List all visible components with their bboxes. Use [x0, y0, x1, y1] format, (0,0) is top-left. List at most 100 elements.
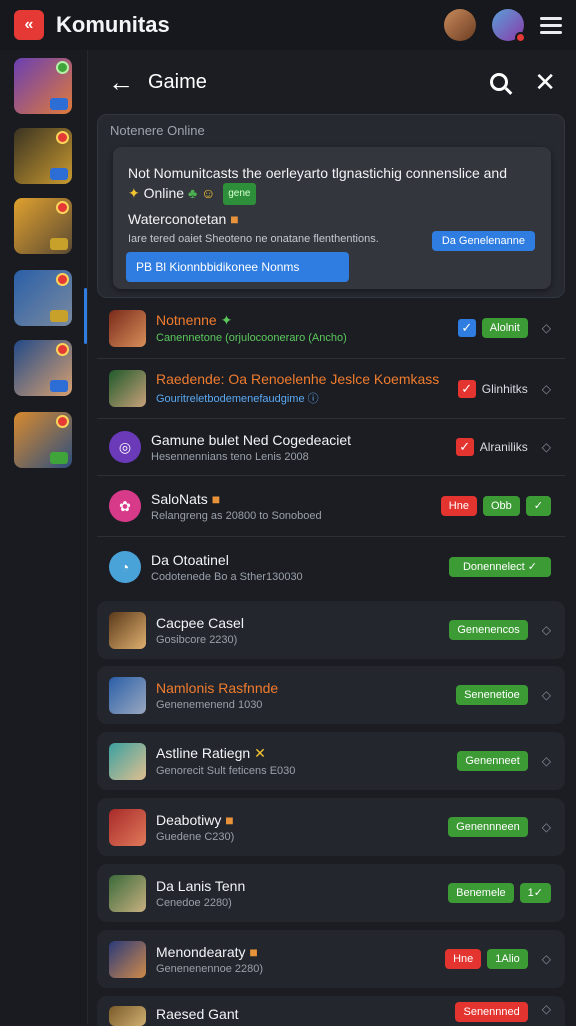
- list-item[interactable]: ◔ Da Otoatinel Codotenede Bo a Sther1300…: [97, 537, 565, 597]
- game-thumbnail: [109, 611, 146, 649]
- chevron-icon[interactable]: ◇: [542, 820, 551, 834]
- gift-icon: ■: [230, 211, 239, 227]
- list-item-actions: Senennned ◇: [455, 996, 551, 1026]
- game-thumbnail: [109, 940, 146, 978]
- header-actions: ✕: [490, 69, 556, 95]
- chevron-icon[interactable]: ◇: [542, 952, 551, 966]
- close-icon[interactable]: ✕: [534, 69, 556, 95]
- list-item-actions: ✓ Alolnit ◇: [457, 298, 551, 358]
- list-item-text: Menondearaty ■ Genenenennoe 2280): [156, 944, 263, 975]
- list-item-title: Deabotiwy ■: [156, 811, 234, 828]
- app-icon: ◔: [109, 551, 141, 583]
- list-item-text: Deabotiwy ■ Guedene C230): [156, 812, 234, 843]
- list-item-title: Astline Ratiegn ✕: [156, 745, 266, 761]
- list-item-actions: ✓ Alraniliks ◇: [455, 419, 551, 475]
- list-item-actions: ✓ Glinhitks ◇: [457, 359, 551, 418]
- list-item[interactable]: Notnenne ✦ Canennetone (orjulocooneraro …: [97, 298, 565, 359]
- app-logo-icon[interactable]: «: [14, 10, 44, 40]
- status-label: Alraniliks: [479, 440, 528, 454]
- check-badge[interactable]: 1✓: [519, 883, 551, 903]
- check-badge[interactable]: ✓: [525, 496, 551, 516]
- list-item-subtitle: Cenedoe 2280): [156, 896, 232, 909]
- chevron-icon[interactable]: ◇: [542, 688, 551, 702]
- list-item[interactable]: ✿ SaloNats ■ Relangreng as 20800 to Sono…: [97, 476, 565, 537]
- chevron-icon[interactable]: ◇: [542, 321, 551, 335]
- chevron-icon[interactable]: ◇: [542, 1002, 551, 1016]
- status-badge[interactable]: Donennelect ✓: [448, 557, 551, 577]
- search-icon[interactable]: [490, 73, 509, 91]
- menu-icon[interactable]: [540, 16, 562, 34]
- list-item[interactable]: Astline Ratiegn ✕ Genorecit Sult feticen…: [97, 732, 565, 790]
- notice-tag: gene: [223, 183, 256, 206]
- badge-icon: [56, 415, 69, 428]
- game-thumbnail: [109, 370, 146, 407]
- profile-avatar[interactable]: [492, 9, 526, 43]
- gift-icon: ■: [249, 943, 258, 960]
- sidebar-game-1[interactable]: [14, 58, 72, 114]
- emoji-icon: ☺: [201, 185, 216, 201]
- chevron-icon[interactable]: ◇: [542, 440, 551, 454]
- chevron-icon[interactable]: ◇: [542, 623, 551, 637]
- online-section: Notenere Online Not Nomunitcasts the oer…: [97, 114, 565, 298]
- list-item-title: Da Lanis Tenn: [156, 877, 246, 894]
- checkbox-icon[interactable]: ✓: [455, 438, 474, 456]
- sidebar-game-5[interactable]: [14, 340, 72, 396]
- user-avatar[interactable]: [444, 9, 476, 41]
- list-item[interactable]: Cacpee Casel Gosibcore 2230) Genenencos …: [97, 601, 565, 659]
- status-badge: 1Alio: [487, 949, 528, 969]
- list-item[interactable]: Deabotiwy ■ Guedene C230) Genennneen ◇: [97, 798, 565, 856]
- sparkle-icon: ✦: [128, 185, 140, 201]
- notice-subtitle-text: Waterconotetan: [128, 211, 227, 227]
- status-badge: Genenneet: [457, 751, 528, 771]
- list-item-actions: Hne Obb ✓: [440, 476, 551, 536]
- status-badge: Benemele: [448, 883, 514, 903]
- list-item-title: Raedende: Oa Renoelenhe Jeslce Koemkass: [156, 371, 440, 387]
- list-item[interactable]: Da Lanis Tenn Cenedoe 2280) Benemele 1✓: [97, 864, 565, 922]
- top-right-actions: [444, 9, 562, 43]
- list-item-actions: Hne 1Alio ◇: [445, 930, 551, 988]
- list-item-title: Menondearaty ■: [156, 943, 258, 960]
- notice-small-text: Iare tered oaiet Sheoteno ne onatane fle…: [128, 233, 379, 245]
- game-thumbnail: [109, 1006, 146, 1026]
- sparkle-icon: ✕: [254, 745, 266, 761]
- game-thumbnail: [109, 676, 146, 714]
- list-item-text: Da Lanis Tenn Cenedoe 2280): [156, 878, 245, 909]
- list-item-subtitle: Relangreng as 20800 to Sonoboed: [151, 509, 322, 522]
- notice-action-button[interactable]: Da Genelenanne: [431, 231, 535, 251]
- online-label: Notenere Online: [110, 123, 205, 138]
- sidebar-game-4[interactable]: [14, 270, 72, 326]
- status-badge: Genenencos: [449, 620, 528, 640]
- info-icon: ⓘ: [307, 393, 319, 405]
- list-item[interactable]: Raesed Gant Senennned ◇: [97, 996, 565, 1026]
- game-sidebar: [0, 50, 88, 1024]
- sidebar-game-3[interactable]: [14, 198, 72, 254]
- list-item[interactable]: ◎ Gamune bulet Ned Cogedeaciet Hesennenn…: [97, 419, 565, 476]
- list-item-subtitle: Hesennennians teno Lenis 2008: [151, 450, 309, 463]
- checkbox-icon[interactable]: ✓: [457, 379, 476, 398]
- list-item[interactable]: Raedende: Oa Renoelenhe Jeslce Koemkass …: [97, 359, 565, 419]
- list-item-text: Raesed Gant: [156, 1006, 239, 1022]
- list-item-subtitle: Gouritreletbodemenefaudgime ⓘ: [156, 393, 319, 405]
- sidebar-active-indicator: [84, 288, 87, 344]
- list-item-text: Namlonis Rasfnnde Genenemenend 1030: [156, 680, 278, 711]
- chip-icon: [50, 238, 68, 250]
- badge-icon: [56, 343, 69, 356]
- checkbox-icon[interactable]: ✓: [457, 319, 476, 337]
- list-item-subtitle: Canennetone (orjulocooneraro (Ancho): [156, 332, 347, 344]
- sidebar-game-6[interactable]: [14, 412, 72, 468]
- notice-text: Not Nomunitcasts the oerleyarto tlgnasti…: [128, 163, 538, 206]
- chevron-icon[interactable]: ◇: [542, 382, 551, 396]
- list-item[interactable]: Menondearaty ■ Genenenennoe 2280) Hne 1A…: [97, 930, 565, 988]
- list-item[interactable]: Namlonis Rasfnnde Genenemenend 1030 Sene…: [97, 666, 565, 724]
- sidebar-game-2[interactable]: [14, 128, 72, 184]
- list-item-title: Notnenne ✦: [156, 312, 233, 328]
- notice-primary-button[interactable]: PB Bl Kionnbbidikonee Nonms: [126, 252, 349, 282]
- badge-icon: [56, 131, 69, 144]
- panel-header: ← Gaime ✕: [88, 50, 576, 114]
- list-item-actions: Donennelect ✓: [448, 537, 551, 597]
- chevron-icon[interactable]: ◇: [542, 754, 551, 768]
- back-arrow-icon[interactable]: ←: [108, 67, 134, 98]
- list-item-subtitle: Genenenennoe 2280): [156, 962, 264, 975]
- gift-icon: ■: [225, 811, 234, 828]
- list-item-subtitle: Genorecit Sult feticens E030: [156, 765, 296, 777]
